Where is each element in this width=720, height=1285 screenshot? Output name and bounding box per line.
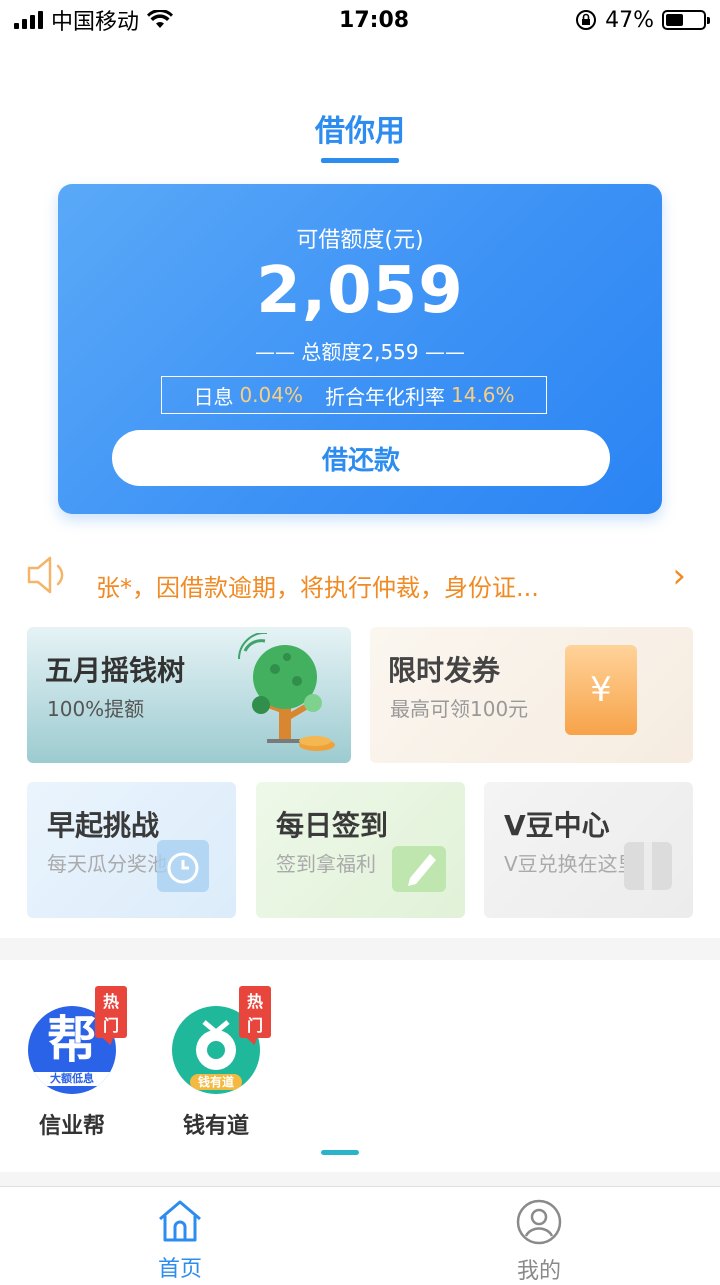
tab-bar: 首页 我的 bbox=[0, 1186, 720, 1284]
early-rise-challenge-card[interactable]: 早起挑战 每天瓜分奖池 bbox=[27, 782, 236, 918]
home-icon bbox=[159, 1200, 201, 1242]
page-indicator bbox=[321, 1150, 359, 1155]
title-underline bbox=[321, 158, 399, 163]
app-xinyebang[interactable]: 帮 大额低息 热门 信业帮 bbox=[17, 986, 128, 1140]
signal-icon bbox=[14, 11, 43, 29]
interest-rate-box: 日息 0.04% 折合年化利率 14.6% bbox=[161, 376, 547, 414]
app-name: 钱有道 bbox=[182, 1114, 249, 1139]
battery-percent: 47% bbox=[605, 7, 654, 33]
page-title: 借你用 bbox=[315, 114, 405, 149]
rotation-lock-icon bbox=[576, 10, 597, 30]
hot-badge: 热门 bbox=[239, 986, 272, 1038]
promo-title: 限时发券 bbox=[388, 654, 501, 687]
notice-bar[interactable]: 张*，因借款逾期，将执行仲裁，身份证... › bbox=[0, 550, 720, 610]
available-credit-label: 可借额度(元) bbox=[296, 228, 424, 253]
hot-badge: 热门 bbox=[95, 986, 128, 1038]
coupon-icon: ¥ bbox=[565, 645, 637, 735]
loan-card: 可借额度(元) 2,059 —— 总额度2,559 —— 日息 0.04% 折合… bbox=[58, 184, 662, 514]
section-divider bbox=[0, 938, 720, 960]
daily-rate-value: 0.04% bbox=[239, 383, 303, 407]
promo-subtitle: 100%提额 bbox=[47, 697, 145, 721]
total-credit: —— 总额度2,559 —— bbox=[255, 340, 465, 364]
pencil-icon bbox=[392, 846, 446, 892]
promo-subtitle: 最高可领100元 bbox=[390, 697, 529, 721]
promo-coupon[interactable]: 限时发券 最高可领100元 ¥ bbox=[370, 627, 693, 763]
tab-label: 首页 bbox=[157, 1257, 202, 1282]
borrow-repay-button[interactable]: 借还款 bbox=[112, 430, 610, 486]
tab-home[interactable]: 首页 bbox=[130, 1199, 230, 1283]
chevron-right-icon[interactable]: › bbox=[672, 556, 686, 596]
annual-rate-label: 折合年化利率 bbox=[325, 384, 445, 409]
battery-icon bbox=[661, 10, 710, 30]
card-title: 每日签到 bbox=[276, 809, 389, 842]
card-subtitle: V豆兑换在这里 bbox=[504, 852, 638, 876]
promo-title: 五月摇钱树 bbox=[45, 654, 186, 687]
clock: 17:08 bbox=[339, 7, 410, 33]
alarm-clock-icon bbox=[157, 840, 209, 892]
user-icon bbox=[516, 1199, 562, 1245]
speaker-icon bbox=[27, 556, 64, 594]
tab-mine[interactable]: 我的 bbox=[489, 1199, 589, 1285]
logo-caption: 大额低息 bbox=[28, 1072, 116, 1086]
coupon-symbol: ¥ bbox=[590, 670, 612, 710]
available-credit-amount: 2,059 bbox=[256, 254, 464, 328]
tab-label: 我的 bbox=[516, 1259, 561, 1284]
card-subtitle: 签到拿福利 bbox=[276, 852, 376, 876]
daily-checkin-card[interactable]: 每日签到 签到拿福利 bbox=[256, 782, 465, 918]
status-bar: 中国移动 17:08 47% bbox=[0, 0, 720, 40]
card-subtitle: 每天瓜分奖池 bbox=[47, 852, 167, 876]
carrier-label: 中国移动 bbox=[51, 10, 140, 35]
annual-rate-value: 14.6% bbox=[451, 383, 515, 407]
card-title: V豆中心 bbox=[504, 809, 610, 842]
daily-rate-label: 日息 bbox=[193, 384, 234, 409]
bottom-separator bbox=[0, 1172, 720, 1186]
app-qianyoudao[interactable]: 钱有道 热门 钱有道 bbox=[161, 986, 272, 1140]
status-left: 中国移动 bbox=[14, 4, 174, 36]
status-right: 47% bbox=[575, 7, 710, 33]
money-tree-icon bbox=[237, 633, 335, 751]
app-name: 信业帮 bbox=[38, 1114, 105, 1139]
wifi-icon bbox=[147, 10, 174, 28]
notice-text: 张*，因借款逾期，将执行仲裁，身份证... bbox=[96, 574, 539, 602]
logo-caption: 钱有道 bbox=[190, 1074, 242, 1090]
v-bean-center-card[interactable]: V豆中心 V豆兑换在这里 bbox=[484, 782, 693, 918]
gift-box-icon bbox=[624, 842, 672, 890]
promo-money-tree[interactable]: 五月摇钱树 100%提额 bbox=[27, 627, 351, 763]
card-title: 早起挑战 bbox=[47, 809, 160, 842]
